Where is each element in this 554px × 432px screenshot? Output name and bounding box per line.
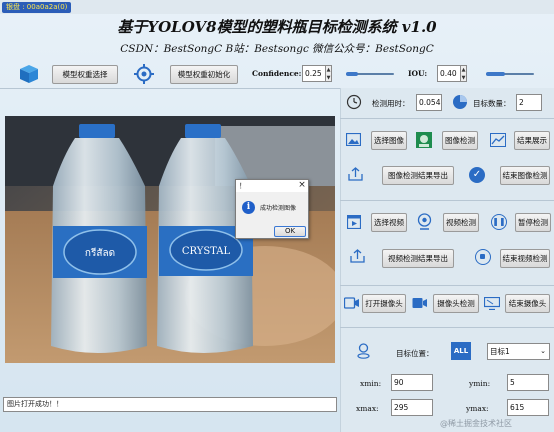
detection-time-value: 0.054 (416, 94, 442, 111)
right-bottle-label: CRYSTAL (182, 246, 231, 257)
ymax-label: ymax: (466, 404, 489, 413)
chevron-down-icon: ⌄ (540, 347, 546, 355)
end-image-detection-button[interactable]: 结束图像检测 (500, 166, 550, 185)
window-title-tag: 银盘 : 00a0a2a(0) (2, 2, 72, 13)
video-camera-icon (412, 297, 428, 309)
page-subtitle: CSDN：BestSongC B站：Bestsongc 微信公众号：BestSo… (120, 43, 434, 55)
iou-spinbox[interactable]: 0.40 (437, 65, 461, 82)
camera-icon (343, 297, 360, 309)
select-image-button[interactable]: 选择图像 (371, 131, 407, 150)
webcam-icon (417, 213, 432, 231)
open-camera-button[interactable]: 打开摄像头 (362, 294, 406, 313)
dialog-message: 成功检测图像 (260, 205, 297, 212)
xmax-label: xmax: (356, 404, 379, 413)
iou-slider-fill (486, 72, 505, 76)
left-bottle-label: กรีสัลด (85, 247, 115, 259)
dialog-title: ！ (239, 182, 246, 190)
pie-chart-icon (452, 94, 468, 110)
xmax-value: 295 (391, 399, 433, 416)
confidence-slider-fill (346, 72, 358, 76)
page-title: 基于YOLOV8模型的塑料瓶目标检测系统 v1.0 (117, 18, 437, 36)
dialog-ok-button[interactable]: OK (274, 226, 306, 237)
info-icon: i (242, 201, 255, 214)
ymin-value: 5 (507, 374, 549, 391)
detection-time-label: 检测用时： (372, 99, 410, 108)
stop-icon (475, 249, 491, 265)
pause-detection-button[interactable]: 暂停检测 (515, 213, 551, 232)
target-count-value: 2 (516, 94, 542, 111)
iou-spin-arrows[interactable]: ▲ ▼ (461, 65, 467, 82)
export-icon (348, 167, 363, 181)
video-icon (346, 214, 362, 230)
cube-icon (18, 64, 40, 84)
target-gear-icon (134, 64, 154, 84)
ymin-label: ymin: (469, 379, 491, 388)
video-export-icon (350, 249, 365, 263)
target-position-label: 目标位置： (396, 349, 434, 358)
model-weight-select-button[interactable]: 模型权重选择 (52, 65, 118, 84)
target-count-label: 目标数量： (473, 99, 511, 108)
camera-divider (340, 327, 554, 328)
target-select[interactable]: 目标1 ⌄ (487, 343, 550, 360)
confidence-spinbox[interactable]: 0.25 (302, 65, 326, 82)
detection-image: กรีสัลด CRYSTAL (5, 116, 335, 363)
confidence-spin-arrows[interactable]: ▲ ▼ (326, 65, 332, 82)
timer-icon (346, 94, 362, 110)
target-select-value: 目标1 (490, 347, 510, 356)
xmin-label: xmin: (360, 379, 382, 388)
video-divider (340, 285, 554, 286)
location-pin-icon (357, 343, 370, 359)
line-chart-icon (490, 133, 506, 147)
pause-icon: ❚❚ (491, 214, 507, 230)
all-badge-icon: ALL (451, 342, 471, 360)
screen-icon (483, 296, 501, 311)
status-bar: 图片打开成功！！ (3, 397, 337, 412)
image-icon (345, 132, 362, 147)
xmin-value: 90 (391, 374, 433, 391)
success-dialog: ！ × i 成功检测图像 OK (235, 179, 309, 239)
end-camera-button[interactable]: 结束摄像头 (505, 294, 550, 313)
iou-label: IOU: (408, 69, 428, 78)
face-detect-icon (415, 131, 433, 149)
stats-divider (340, 118, 554, 119)
camera-detect-button[interactable]: 摄像头检测 (433, 294, 479, 313)
image-divider (340, 200, 554, 201)
detect-video-button[interactable]: 视频检测 (443, 213, 479, 232)
export-video-result-button[interactable]: 视频检测结果导出 (382, 249, 454, 268)
end-video-detection-button[interactable]: 结束视频检测 (500, 249, 550, 268)
confidence-label: Confidence: (252, 69, 302, 78)
window-title-bar: 银盘 : 00a0a2a(0) (0, 0, 554, 14)
detect-image-button[interactable]: 图像检测 (442, 131, 478, 150)
watermark: @稀土掘金技术社区 (440, 419, 512, 428)
export-image-result-button[interactable]: 图像检测结果导出 (382, 166, 454, 185)
show-result-button[interactable]: 结果展示 (514, 131, 550, 150)
dialog-close-button[interactable]: × (296, 180, 308, 190)
ymax-value: 615 (507, 399, 549, 416)
select-video-button[interactable]: 选择视频 (371, 213, 407, 232)
model-weight-init-button[interactable]: 模型权重初始化 (170, 65, 238, 84)
check-icon: ✓ (469, 167, 485, 183)
